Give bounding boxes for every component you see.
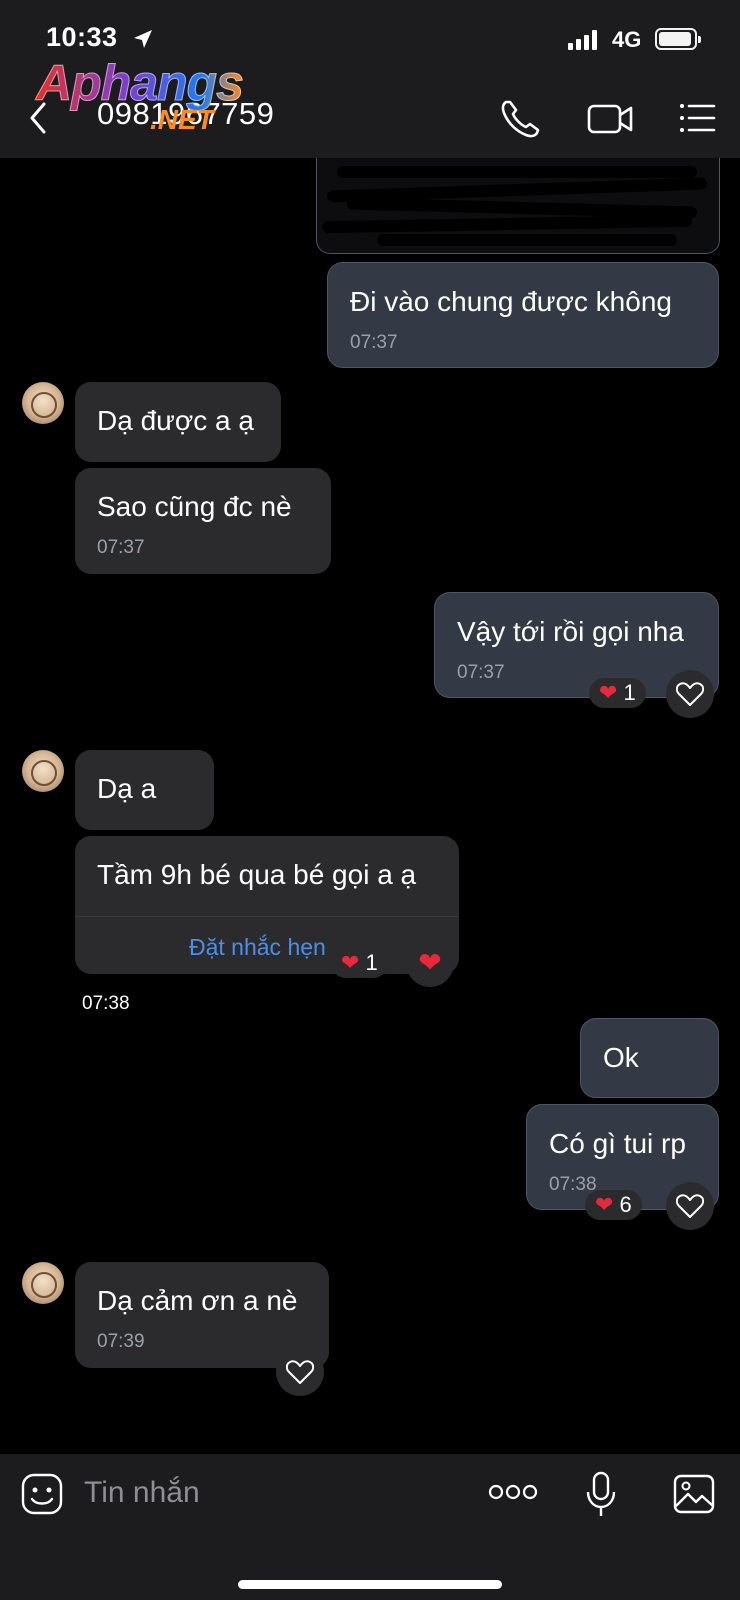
location-arrow-icon [134, 30, 152, 48]
microphone-icon[interactable] [584, 1470, 618, 1520]
message-bubble-incoming[interactable]: Dạ a [75, 750, 214, 830]
message-list[interactable]: Đi vào chung được không 07:37 Dạ được a … [0, 158, 740, 1454]
message-text: Có gì tui rp [549, 1128, 686, 1159]
battery-icon [655, 28, 701, 50]
message-bubble-outgoing[interactable]: Ok [580, 1018, 719, 1098]
heart-outline-icon [286, 1360, 314, 1384]
message-time: 07:37 [97, 537, 145, 558]
avatar[interactable] [22, 382, 64, 424]
network-type: 4G [612, 27, 642, 52]
divider [75, 916, 459, 917]
message-text: Tầm 9h bé qua bé gọi a ạ [97, 859, 417, 890]
redacted-message[interactable] [316, 158, 720, 254]
contact-name[interactable]: 0981967759 [97, 96, 274, 132]
reaction-summary[interactable]: ❤ 1 [331, 948, 388, 978]
image-icon[interactable] [672, 1472, 716, 1516]
message-text: Sao cũng đc nè [97, 491, 292, 522]
signal-icon [568, 30, 597, 50]
list-icon[interactable] [676, 96, 724, 140]
message-time: 07:37 [457, 662, 505, 683]
message-text: Đi vào chung được không [350, 286, 672, 317]
react-button[interactable]: ❤ [406, 939, 454, 987]
heart-icon: ❤ [595, 1192, 614, 1217]
message-bubble-incoming[interactable]: Tầm 9h bé qua bé gọi a ạ Đặt nhắc hẹn [75, 836, 459, 974]
message-time: 07:38 [82, 993, 130, 1014]
message-bubble-incoming[interactable]: Dạ được a ạ [75, 382, 281, 462]
heart-outline-icon [676, 1194, 704, 1218]
message-input[interactable]: Tin nhắn [84, 1476, 200, 1510]
message-bubble-incoming[interactable]: Sao cũng đc nè 07:37 [75, 468, 331, 574]
react-button[interactable] [666, 1182, 714, 1230]
message-text: Ok [603, 1042, 639, 1073]
video-icon[interactable] [586, 96, 634, 140]
more-icon[interactable] [488, 1480, 538, 1504]
reaction-count: 6 [619, 1192, 632, 1217]
composer-bar: Tin nhắn [0, 1454, 740, 1600]
reaction-count: 1 [365, 950, 378, 975]
message-text: Vậy tới rồi gọi nha [457, 616, 684, 647]
message-text: Dạ a [97, 773, 157, 804]
react-button[interactable] [666, 670, 714, 718]
reaction-summary[interactable]: ❤ 1 [589, 678, 646, 708]
set-reminder-button[interactable]: Đặt nhắc hẹn [189, 930, 326, 964]
heart-icon: ❤ [341, 950, 360, 975]
message-text: Dạ được a ạ [97, 405, 254, 436]
status-time: 10:33 [46, 22, 118, 52]
reaction-summary[interactable]: ❤ 6 [585, 1190, 642, 1220]
avatar[interactable] [22, 1262, 64, 1304]
heart-icon: ❤ [599, 680, 618, 705]
avatar[interactable] [22, 750, 64, 792]
sticker-icon[interactable] [20, 1472, 64, 1516]
chevron-left-icon[interactable] [24, 98, 54, 138]
heart-outline-icon [676, 682, 704, 706]
message-time: 07:39 [97, 1331, 145, 1352]
react-button[interactable] [276, 1348, 324, 1396]
message-time: 07:37 [350, 332, 398, 353]
top-bar: 10:33 4G 0981967759 Aphangs .NET [0, 0, 740, 158]
reaction-count: 1 [623, 680, 636, 705]
message-bubble-outgoing[interactable]: Đi vào chung được không 07:37 [327, 262, 719, 368]
phone-icon[interactable] [496, 96, 544, 140]
message-text: Dạ cảm ơn a nè [97, 1285, 298, 1316]
home-indicator[interactable] [238, 1580, 502, 1589]
heart-filled-icon: ❤ [418, 947, 442, 978]
